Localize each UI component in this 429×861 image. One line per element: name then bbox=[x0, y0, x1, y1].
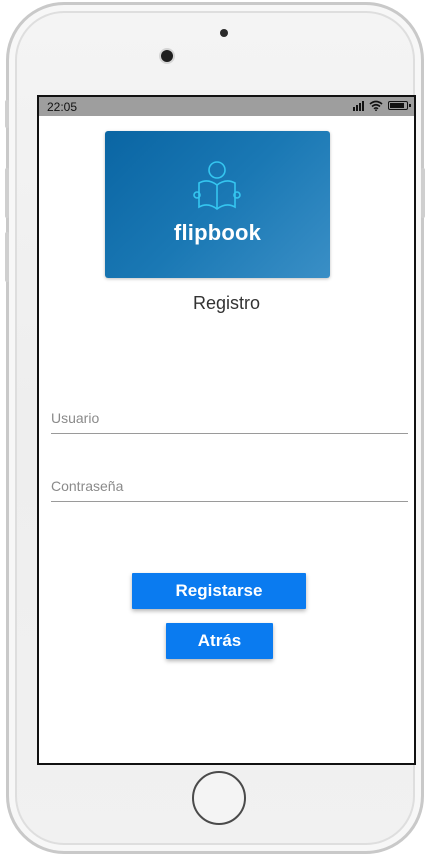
logo-text: flipbook bbox=[173, 220, 262, 245]
register-button[interactable]: Registarse bbox=[132, 573, 306, 609]
app-logo: flipbook bbox=[105, 131, 330, 278]
username-field[interactable] bbox=[51, 403, 408, 434]
volume-down-button bbox=[5, 232, 9, 282]
password-input[interactable] bbox=[51, 471, 408, 501]
username-input[interactable] bbox=[51, 403, 408, 433]
status-time: 22:05 bbox=[47, 100, 78, 114]
back-button[interactable]: Atrás bbox=[166, 623, 273, 659]
page-title: Registro bbox=[192, 293, 261, 313]
volume-up-button bbox=[5, 168, 9, 218]
status-icons bbox=[353, 100, 411, 111]
cellular-signal-icon bbox=[353, 100, 364, 111]
app-screen: 22:05 flipbook Registro Usuario Registar… bbox=[37, 95, 416, 765]
password-field[interactable] bbox=[51, 471, 408, 502]
home-button[interactable] bbox=[192, 771, 246, 825]
front-camera bbox=[161, 50, 173, 62]
wifi-icon bbox=[369, 100, 383, 111]
mute-switch bbox=[5, 100, 9, 128]
power-button bbox=[421, 168, 425, 218]
phone-frame: 22:05 flipbook Registro Usuario Registar… bbox=[6, 2, 424, 854]
earpiece-speaker bbox=[220, 29, 228, 37]
status-bar: 22:05 bbox=[39, 97, 414, 116]
person-reading-book-icon bbox=[193, 161, 241, 211]
battery-icon bbox=[388, 101, 411, 110]
battery-level bbox=[390, 103, 405, 108]
